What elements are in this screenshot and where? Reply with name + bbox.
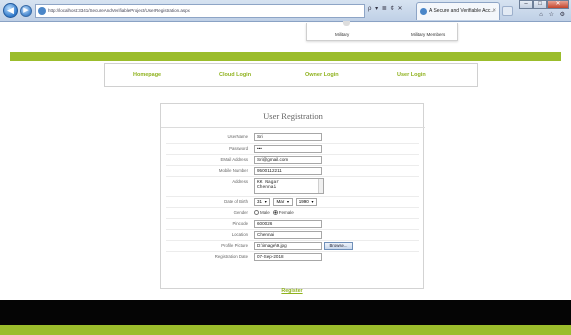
gender-label: Gender: [233, 210, 248, 215]
new-tab-button[interactable]: [502, 6, 513, 16]
register-button[interactable]: Register: [281, 288, 302, 294]
username-label: UserName: [227, 134, 248, 139]
address-bar[interactable]: http://localhost:3341/SecureAndVerifiabl…: [35, 4, 365, 18]
pincode-label: Pincode: [232, 221, 248, 226]
form-row: Gender Male Female: [166, 207, 419, 218]
password-input[interactable]: •••: [254, 145, 322, 153]
main-menu: Homepage Cloud Login Owner Login User Lo…: [104, 63, 478, 87]
back-arrow-icon[interactable]: ◀: [3, 3, 18, 18]
registration-date-label: Registration Date: [214, 254, 248, 259]
footer-green-strip: [0, 325, 571, 335]
form-row: Address KK Nagar Chennai: [166, 176, 419, 196]
form-title: User Registration: [161, 104, 425, 128]
menu-homepage[interactable]: Homepage: [133, 72, 161, 78]
form-row: EMail Address Sri@gmail.com: [166, 154, 419, 165]
dob-month-select[interactable]: Mar ▼: [273, 198, 293, 206]
form-row: Location Chennai: [166, 229, 419, 240]
menu-user-login[interactable]: User Login: [397, 72, 426, 78]
address-tools[interactable]: ρ ▾ ≣ ¢ ✕: [368, 5, 403, 12]
dob-year-value: 1990: [298, 199, 309, 204]
dob-day-select[interactable]: 31 ▼: [254, 198, 271, 206]
browse-button[interactable]: Browse...: [324, 242, 353, 250]
mobile-input[interactable]: 9500112211: [254, 167, 322, 175]
registration-date-input[interactable]: 07-Sep-2018: [254, 253, 322, 261]
chevron-down-icon: ▼: [310, 200, 315, 204]
location-label: Location: [231, 232, 248, 237]
form-row: Pincode 600026: [166, 218, 419, 229]
gender-female-option[interactable]: Female: [272, 209, 294, 217]
dob-year-select[interactable]: 1990 ▼: [295, 198, 318, 206]
browser-tools-icons[interactable]: ⌂ ☆ ⚙: [539, 11, 567, 18]
top-nav-marker: [343, 21, 350, 26]
gender-male-label: Male: [260, 210, 270, 215]
form-row: Date of Birth 31 ▼ Mar ▼ 1990 ▼: [166, 196, 419, 207]
gender-female-label: Female: [278, 210, 294, 215]
form-rows: UserName Sri Password ••• EMail Address …: [166, 132, 419, 262]
tab-title: A Secure and Verifiable Acc...: [429, 8, 495, 14]
minimize-button[interactable]: –: [519, 0, 533, 9]
radio-male[interactable]: [254, 210, 259, 216]
textarea-scrollbar[interactable]: [318, 179, 323, 193]
menu-cloud-login[interactable]: Cloud Login: [219, 72, 251, 78]
email-label: EMail Address: [220, 157, 248, 162]
pincode-input[interactable]: 600026: [254, 220, 322, 228]
menu-owner-login[interactable]: Owner Login: [305, 72, 339, 78]
mobile-label: Mobile Number: [218, 168, 248, 173]
profile-picture-path[interactable]: D:\image\9.jpg: [254, 242, 322, 250]
form-row: Registration Date 07-Sep-2018: [166, 251, 419, 262]
green-header-band: [10, 52, 561, 61]
chevron-down-icon: ▼: [264, 200, 268, 204]
address-line-2: Chennai: [257, 185, 277, 190]
email-input[interactable]: Sri@gmail.com: [254, 156, 322, 164]
radio-female[interactable]: [272, 210, 278, 216]
dob-month-value: Mar: [276, 199, 285, 204]
top-nav-military[interactable]: Military: [335, 32, 349, 37]
password-label: Password: [229, 146, 248, 151]
browser-tab[interactable]: A Secure and Verifiable Acc... ×: [416, 2, 500, 20]
username-input[interactable]: Sri: [254, 133, 322, 141]
browser-chrome: ◀ ▶ http://localhost:3341/SecureAndVerif…: [0, 0, 571, 22]
form-row: Profile Picture D:\image\9.jpg Browse...: [166, 240, 419, 251]
address-label: Address: [232, 179, 248, 184]
profile-picture-label: Profile Picture: [221, 243, 248, 248]
page-content: Military Military Members Homepage Cloud…: [0, 21, 571, 335]
submit-area: Register: [160, 279, 424, 297]
dob-day-value: 31: [257, 199, 263, 204]
form-row: Password •••: [166, 143, 419, 154]
maximize-button[interactable]: □: [533, 0, 547, 9]
chevron-down-icon: ▼: [286, 200, 290, 204]
page-favicon-icon: [420, 8, 427, 15]
close-window-button[interactable]: ✕: [547, 0, 569, 9]
form-row: Mobile Number 9500112211: [166, 165, 419, 176]
address-textarea[interactable]: KK Nagar Chennai: [254, 178, 324, 194]
location-input[interactable]: Chennai: [254, 231, 322, 239]
globe-icon: [38, 7, 46, 15]
registration-form: User Registration UserName Sri Password …: [160, 103, 425, 289]
gender-male-option[interactable]: Male: [254, 209, 270, 217]
form-row: UserName Sri: [166, 132, 419, 143]
tab-close-icon[interactable]: ×: [492, 3, 496, 20]
forward-arrow-icon[interactable]: ▶: [20, 5, 32, 17]
address-text: http://localhost:3341/SecureAndVerifiabl…: [48, 8, 190, 13]
top-nav-box: Military Military Members: [306, 21, 458, 41]
top-nav-military-members[interactable]: Military Members: [411, 32, 445, 37]
window-controls: – □ ✕: [519, 0, 569, 9]
dob-label: Date of Birth: [224, 199, 248, 204]
